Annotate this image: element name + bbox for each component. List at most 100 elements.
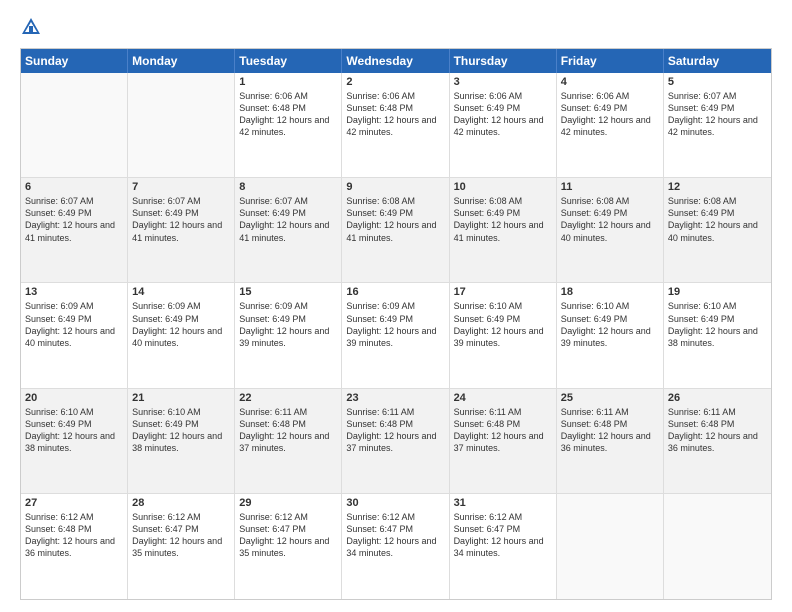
week-4: 20Sunrise: 6:10 AM Sunset: 6:49 PM Dayli… <box>21 389 771 494</box>
day-info: Sunrise: 6:07 AM Sunset: 6:49 PM Dayligh… <box>132 195 230 244</box>
day-info: Sunrise: 6:12 AM Sunset: 6:47 PM Dayligh… <box>239 511 337 560</box>
day-number: 9 <box>346 181 444 193</box>
day-number: 2 <box>346 76 444 88</box>
day-info: Sunrise: 6:10 AM Sunset: 6:49 PM Dayligh… <box>668 300 767 349</box>
day-number: 12 <box>668 181 767 193</box>
day-info: Sunrise: 6:11 AM Sunset: 6:48 PM Dayligh… <box>668 406 767 455</box>
day-number: 4 <box>561 76 659 88</box>
day-2: 2 Sunrise: 6:06 AM Sunset: 6:48 PM Daylig… <box>342 73 449 177</box>
day-7: 7 Sunrise: 6:07 AM Sunset: 6:49 PM Daylig… <box>128 178 235 282</box>
calendar-body: 1 Sunrise: 6:06 AM Sunset: 6:48 PM Daylig… <box>21 73 771 599</box>
week-3: 13 Sunrise: 6:09 AM Sunset: 6:49 PM Dayli… <box>21 283 771 388</box>
day-info: Sunrise: 6:10 AM Sunset: 6:49 PM Dayligh… <box>25 406 123 455</box>
day-number: 15 <box>239 286 337 298</box>
day-19: 19Sunrise: 6:10 AM Sunset: 6:49 PM Dayli… <box>664 283 771 387</box>
day-info: Sunrise: 6:09 AM Sunset: 6:49 PM Dayligh… <box>346 300 444 349</box>
day-info: Sunrise: 6:07 AM Sunset: 6:49 PM Dayligh… <box>25 195 123 244</box>
day-31: 31 Sunrise: 6:12 AM Sunset: 6:47 PM Dayli… <box>450 494 557 599</box>
header-sunday: Sunday <box>21 49 128 73</box>
day-number: 29 <box>239 497 337 509</box>
day-12: 12 Sunrise: 6:08 AM Sunset: 6:49 PM Dayli… <box>664 178 771 282</box>
day-info: Sunrise: 6:10 AM Sunset: 6:49 PM Dayligh… <box>132 406 230 455</box>
calendar-header: SundayMondayTuesdayWednesdayThursdayFrid… <box>21 49 771 73</box>
day-4: 4 Sunrise: 6:06 AM Sunset: 6:49 PM Daylig… <box>557 73 664 177</box>
day-empty <box>664 494 771 599</box>
day-27: 27Sunrise: 6:12 AM Sunset: 6:48 PM Dayli… <box>21 494 128 599</box>
day-11: 11 Sunrise: 6:08 AM Sunset: 6:49 PM Dayli… <box>557 178 664 282</box>
day-info: Sunrise: 6:11 AM Sunset: 6:48 PM Dayligh… <box>561 406 659 455</box>
day-info: Sunrise: 6:10 AM Sunset: 6:49 PM Dayligh… <box>561 300 659 349</box>
day-30: 30 Sunrise: 6:12 AM Sunset: 6:47 PM Dayli… <box>342 494 449 599</box>
week-1: 1 Sunrise: 6:06 AM Sunset: 6:48 PM Daylig… <box>21 73 771 178</box>
day-25: 25 Sunrise: 6:11 AM Sunset: 6:48 PM Dayli… <box>557 389 664 493</box>
day-info: Sunrise: 6:11 AM Sunset: 6:48 PM Dayligh… <box>239 406 337 455</box>
logo-icon <box>20 16 42 38</box>
day-info: Sunrise: 6:11 AM Sunset: 6:48 PM Dayligh… <box>454 406 552 455</box>
header-saturday: Saturday <box>664 49 771 73</box>
day-17: 17 Sunrise: 6:10 AM Sunset: 6:49 PM Dayli… <box>450 283 557 387</box>
day-info: Sunrise: 6:08 AM Sunset: 6:49 PM Dayligh… <box>454 195 552 244</box>
day-info: Sunrise: 6:08 AM Sunset: 6:49 PM Dayligh… <box>346 195 444 244</box>
day-info: Sunrise: 6:07 AM Sunset: 6:49 PM Dayligh… <box>239 195 337 244</box>
day-number: 24 <box>454 392 552 404</box>
day-10: 10 Sunrise: 6:08 AM Sunset: 6:49 PM Dayli… <box>450 178 557 282</box>
day-number: 3 <box>454 76 552 88</box>
day-number: 27 <box>25 497 123 509</box>
day-28: 28 Sunrise: 6:12 AM Sunset: 6:47 PM Dayli… <box>128 494 235 599</box>
day-number: 8 <box>239 181 337 193</box>
day-number: 7 <box>132 181 230 193</box>
day-info: Sunrise: 6:09 AM Sunset: 6:49 PM Dayligh… <box>25 300 123 349</box>
day-number: 22 <box>239 392 337 404</box>
day-number: 18 <box>561 286 659 298</box>
day-8: 8 Sunrise: 6:07 AM Sunset: 6:49 PM Daylig… <box>235 178 342 282</box>
day-empty <box>128 73 235 177</box>
day-24: 24 Sunrise: 6:11 AM Sunset: 6:48 PM Dayli… <box>450 389 557 493</box>
day-3: 3 Sunrise: 6:06 AM Sunset: 6:49 PM Daylig… <box>450 73 557 177</box>
day-number: 30 <box>346 497 444 509</box>
day-info: Sunrise: 6:06 AM Sunset: 6:48 PM Dayligh… <box>239 90 337 139</box>
day-29: 29 Sunrise: 6:12 AM Sunset: 6:47 PM Dayli… <box>235 494 342 599</box>
header-friday: Friday <box>557 49 664 73</box>
day-26: 26Sunrise: 6:11 AM Sunset: 6:48 PM Dayli… <box>664 389 771 493</box>
day-number: 11 <box>561 181 659 193</box>
week-5: 27Sunrise: 6:12 AM Sunset: 6:48 PM Dayli… <box>21 494 771 599</box>
day-info: Sunrise: 6:12 AM Sunset: 6:47 PM Dayligh… <box>346 511 444 560</box>
day-15: 15Sunrise: 6:09 AM Sunset: 6:49 PM Dayli… <box>235 283 342 387</box>
day-number: 25 <box>561 392 659 404</box>
day-info: Sunrise: 6:11 AM Sunset: 6:48 PM Dayligh… <box>346 406 444 455</box>
day-23: 23 Sunrise: 6:11 AM Sunset: 6:48 PM Dayli… <box>342 389 449 493</box>
day-info: Sunrise: 6:06 AM Sunset: 6:49 PM Dayligh… <box>561 90 659 139</box>
day-number: 16 <box>346 286 444 298</box>
header-tuesday: Tuesday <box>235 49 342 73</box>
day-number: 14 <box>132 286 230 298</box>
day-info: Sunrise: 6:12 AM Sunset: 6:47 PM Dayligh… <box>454 511 552 560</box>
day-number: 1 <box>239 76 337 88</box>
day-20: 20Sunrise: 6:10 AM Sunset: 6:49 PM Dayli… <box>21 389 128 493</box>
header <box>20 16 772 38</box>
day-number: 6 <box>25 181 123 193</box>
day-number: 17 <box>454 286 552 298</box>
header-monday: Monday <box>128 49 235 73</box>
day-number: 5 <box>668 76 767 88</box>
day-5: 5 Sunrise: 6:07 AM Sunset: 6:49 PM Daylig… <box>664 73 771 177</box>
day-empty <box>21 73 128 177</box>
day-info: Sunrise: 6:08 AM Sunset: 6:49 PM Dayligh… <box>668 195 767 244</box>
day-22: 22 Sunrise: 6:11 AM Sunset: 6:48 PM Dayli… <box>235 389 342 493</box>
day-16: 16 Sunrise: 6:09 AM Sunset: 6:49 PM Dayli… <box>342 283 449 387</box>
day-number: 31 <box>454 497 552 509</box>
day-number: 21 <box>132 392 230 404</box>
day-info: Sunrise: 6:06 AM Sunset: 6:48 PM Dayligh… <box>346 90 444 139</box>
day-info: Sunrise: 6:08 AM Sunset: 6:49 PM Dayligh… <box>561 195 659 244</box>
day-info: Sunrise: 6:06 AM Sunset: 6:49 PM Dayligh… <box>454 90 552 139</box>
day-number: 13 <box>25 286 123 298</box>
day-6: 6 Sunrise: 6:07 AM Sunset: 6:49 PM Daylig… <box>21 178 128 282</box>
day-number: 23 <box>346 392 444 404</box>
day-1: 1 Sunrise: 6:06 AM Sunset: 6:48 PM Daylig… <box>235 73 342 177</box>
day-info: Sunrise: 6:12 AM Sunset: 6:47 PM Dayligh… <box>132 511 230 560</box>
day-18: 18 Sunrise: 6:10 AM Sunset: 6:49 PM Dayli… <box>557 283 664 387</box>
day-21: 21 Sunrise: 6:10 AM Sunset: 6:49 PM Dayli… <box>128 389 235 493</box>
day-info: Sunrise: 6:07 AM Sunset: 6:49 PM Dayligh… <box>668 90 767 139</box>
day-info: Sunrise: 6:10 AM Sunset: 6:49 PM Dayligh… <box>454 300 552 349</box>
day-number: 10 <box>454 181 552 193</box>
day-number: 28 <box>132 497 230 509</box>
